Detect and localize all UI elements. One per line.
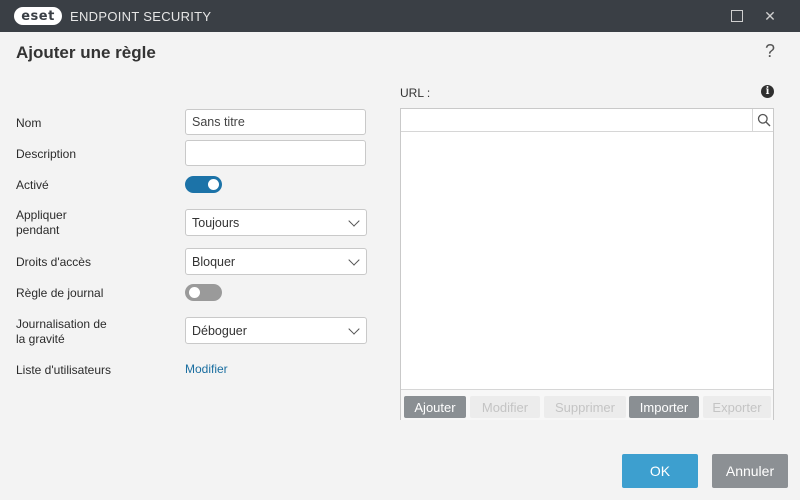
info-icon[interactable]: i xyxy=(761,85,774,98)
apply-during-label: Appliquer pendant xyxy=(16,208,67,238)
url-search-input[interactable] xyxy=(401,109,751,131)
delete-button[interactable]: Supprimer xyxy=(544,396,626,418)
access-rights-label: Droits d'accès xyxy=(16,255,91,269)
access-rights-select[interactable]: Bloquer xyxy=(185,248,367,275)
page-title: Ajouter une règle xyxy=(16,43,156,62)
active-toggle[interactable] xyxy=(185,176,222,193)
edit-button[interactable]: Modifier xyxy=(470,396,540,418)
severity-label-line2: la gravité xyxy=(16,332,65,346)
url-toolbar: Ajouter Modifier Supprimer Importer Expo… xyxy=(401,389,773,420)
apply-label-line2: pendant xyxy=(16,223,60,237)
eset-logo: eset xyxy=(14,7,62,25)
log-severity-value: Déboguer xyxy=(192,323,247,338)
severity-label-line1: Journalisation de xyxy=(16,317,107,331)
search-icon xyxy=(757,113,770,127)
maximize-icon xyxy=(731,10,743,22)
chevron-down-icon xyxy=(348,215,360,227)
url-list-panel: Ajouter Modifier Supprimer Importer Expo… xyxy=(400,108,774,420)
close-button[interactable]: ✕ xyxy=(754,0,786,32)
add-button[interactable]: Ajouter xyxy=(404,396,466,418)
import-button[interactable]: Importer xyxy=(629,396,699,418)
log-rule-label: Règle de journal xyxy=(16,286,104,300)
description-label: Description xyxy=(16,147,77,161)
url-label: URL : xyxy=(400,86,431,100)
close-icon: ✕ xyxy=(764,7,776,24)
access-rights-value: Bloquer xyxy=(192,254,236,269)
apply-during-select[interactable]: Toujours xyxy=(185,209,367,236)
chevron-down-icon xyxy=(348,323,360,335)
help-icon[interactable]: ? xyxy=(765,41,775,62)
users-list-label: Liste d'utilisateurs xyxy=(16,363,112,377)
name-value: Sans titre xyxy=(192,115,245,129)
log-severity-select[interactable]: Déboguer xyxy=(185,317,367,344)
export-button[interactable]: Exporter xyxy=(703,396,771,418)
maximize-button[interactable] xyxy=(721,0,753,32)
name-label: Nom xyxy=(16,116,42,130)
apply-label-line1: Appliquer xyxy=(16,208,67,222)
toggle-knob xyxy=(208,179,219,190)
search-button[interactable] xyxy=(752,109,774,131)
title-bar: eset ENDPOINT SECURITY ✕ xyxy=(0,0,800,32)
cancel-button[interactable]: Annuler xyxy=(712,454,788,488)
active-label: Activé xyxy=(16,178,49,192)
log-rule-toggle[interactable] xyxy=(185,284,222,301)
url-search-bar xyxy=(401,109,773,132)
name-field[interactable]: Sans titre xyxy=(185,109,366,135)
description-field[interactable] xyxy=(185,140,366,166)
ok-button[interactable]: OK xyxy=(622,454,698,488)
chevron-down-icon xyxy=(348,254,360,266)
edit-users-link[interactable]: Modifier xyxy=(185,362,228,376)
log-severity-label: Journalisation de la gravité xyxy=(16,317,107,347)
app-title: ENDPOINT SECURITY xyxy=(70,9,212,24)
apply-during-value: Toujours xyxy=(192,215,240,230)
toggle-knob xyxy=(189,287,200,298)
